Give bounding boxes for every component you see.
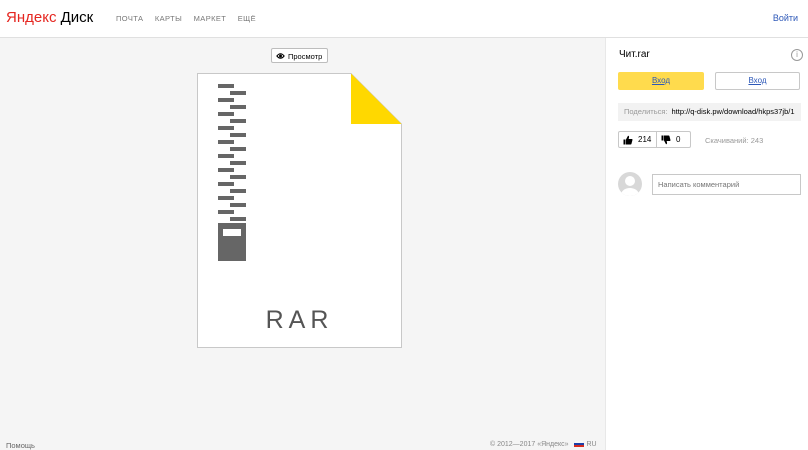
preview-button-label: Просмотр [288, 52, 323, 61]
download-count: Скачиваний: 243 [705, 136, 764, 145]
dislike-button[interactable]: 0 [656, 131, 691, 148]
help-link[interactable]: Помощь [6, 441, 35, 450]
footer-copyright: © 2012—2017 «Яндекс» RU [490, 441, 597, 448]
nav-market[interactable]: МАРКЕТ [194, 14, 227, 23]
preview-button[interactable]: Просмотр [271, 48, 328, 63]
copyright-text: © 2012—2017 «Яндекс» [490, 441, 569, 448]
avatar [618, 172, 642, 196]
share-url[interactable]: http://q-disk.pw/download/hkps37jb/1 [672, 107, 795, 116]
logo-product: Диск [60, 9, 94, 26]
user-silhouette-icon [621, 176, 639, 196]
russia-flag-icon [574, 441, 585, 448]
dislike-count: 0 [676, 135, 681, 144]
top-bar: Яндекс Диск ПОЧТА КАРТЫ МАРКЕТ ЕЩЁ Войти [0, 0, 808, 38]
comment-input[interactable] [652, 174, 801, 195]
share-label: Поделиться: [624, 107, 668, 116]
share-link-box[interactable]: Поделиться: http://q-disk.pw/download/hkp… [618, 103, 801, 121]
login-link[interactable]: Войти [773, 13, 798, 23]
eye-icon [276, 53, 285, 59]
nav-mail[interactable]: ПОЧТА [116, 14, 143, 23]
language-switch[interactable]: RU [586, 441, 596, 448]
nav-maps[interactable]: КАРТЫ [155, 14, 182, 23]
preview-area: Просмотр RAR Помощь © 2012—2017 «Яндекс»… [0, 38, 605, 450]
file-sidebar: Чит.rar i Вход Вход Поделиться: http://q-… [605, 38, 808, 450]
info-icon[interactable]: i [791, 49, 803, 61]
like-count: 214 [638, 135, 652, 144]
yandex-disk-logo[interactable]: Яндекс Диск [6, 9, 93, 27]
login-button-primary[interactable]: Вход [618, 72, 704, 90]
login-button-secondary[interactable]: Вход [715, 72, 800, 90]
file-type-label: RAR [265, 306, 334, 334]
like-button[interactable]: 214 [618, 131, 657, 148]
archive-file-preview: RAR [197, 73, 402, 348]
nav-more[interactable]: ЕЩЁ [238, 14, 256, 23]
logo-brand: Яндекс [6, 9, 57, 26]
thumbs-down-icon [661, 135, 671, 145]
thumbs-up-icon [623, 135, 633, 145]
file-name: Чит.rar [619, 49, 650, 60]
top-nav: ПОЧТА КАРТЫ МАРКЕТ ЕЩЁ [116, 14, 265, 23]
